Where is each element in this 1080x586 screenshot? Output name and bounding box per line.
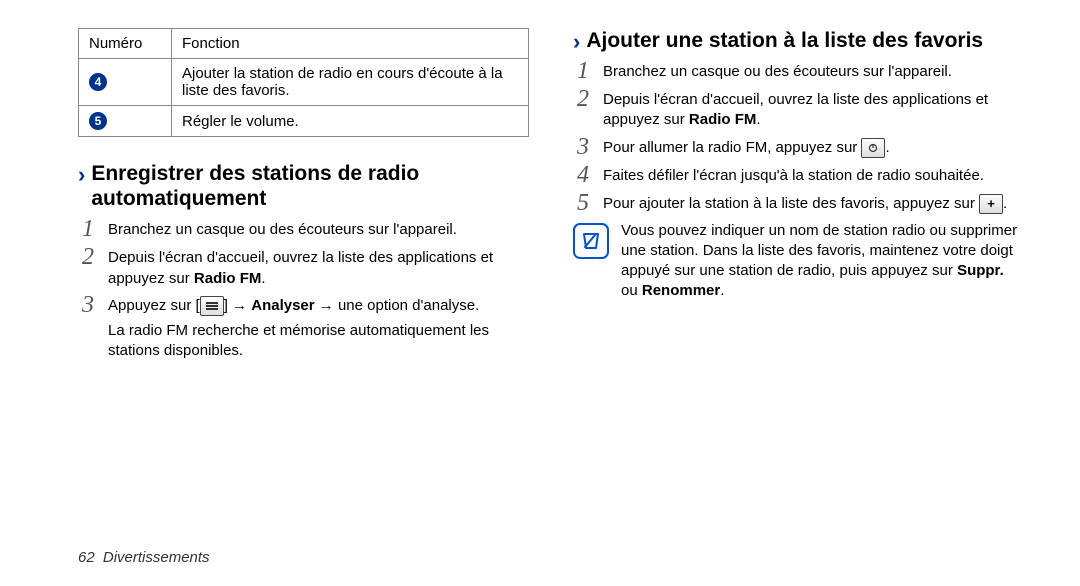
step-text: Depuis l'écran d'accueil, ouvrez la list…	[108, 245, 529, 289]
table-head-num: Numéro	[79, 29, 172, 59]
add-favorite-key-icon: +	[979, 194, 1003, 214]
step-number: 3	[573, 135, 593, 159]
steps-list: 1 Branchez un casque ou des écouteurs su…	[78, 217, 529, 317]
manual-page: Numéro Fonction 4 Ajouter la station de …	[0, 0, 1080, 586]
step-sub-text: La radio FM recherche et mémorise automa…	[108, 321, 529, 362]
note-icon	[573, 223, 609, 259]
step-item: 2 Depuis l'écran d'accueil, ouvrez la li…	[78, 245, 529, 289]
right-column: › Ajouter une station à la liste des fav…	[573, 28, 1024, 361]
power-key-icon	[861, 138, 885, 158]
table-head-fn: Fonction	[172, 29, 529, 59]
step-number: 2	[78, 245, 98, 269]
left-column: Numéro Fonction 4 Ajouter la station de …	[78, 28, 529, 361]
step-text: Faites défiler l'écran jusqu'à la statio…	[603, 163, 984, 186]
step-text: Branchez un casque ou des écouteurs sur …	[603, 59, 952, 82]
step-item: 5 Pour ajouter la station à la liste des…	[573, 191, 1024, 215]
menu-key-icon	[200, 296, 224, 316]
step-item: 3 Pour allumer la radio FM, appuyez sur …	[573, 135, 1024, 159]
step-item: 4 Faites défiler l'écran jusqu'à la stat…	[573, 163, 1024, 187]
step-text: Appuyez sur [] → Analyser → une option d…	[108, 293, 479, 316]
page-footer: 62 Divertissements	[78, 549, 210, 566]
row-fn-cell: Régler le volume.	[172, 106, 529, 137]
note-block: Vous pouvez indiquer un nom de station r…	[573, 221, 1024, 302]
step-item: 1 Branchez un casque ou des écouteurs su…	[573, 59, 1024, 83]
row-num-cell: 4	[79, 59, 172, 106]
table-header-row: Numéro Fonction	[79, 29, 529, 59]
row-num-cell: 5	[79, 106, 172, 137]
table-row: 5 Régler le volume.	[79, 106, 529, 137]
step-number: 3	[78, 293, 98, 317]
step-item: 3 Appuyez sur [] → Analyser → une option…	[78, 293, 529, 317]
step-number: 5	[573, 191, 593, 215]
row-fn-cell: Ajouter la station de radio en cours d'é…	[172, 59, 529, 106]
chevron-right-icon: ›	[573, 31, 580, 53]
step-number: 1	[78, 217, 98, 241]
function-table: Numéro Fonction 4 Ajouter la station de …	[78, 28, 529, 137]
circled-number-icon: 4	[89, 73, 107, 91]
step-text: Depuis l'écran d'accueil, ouvrez la list…	[603, 87, 1024, 131]
section-title: Ajouter une station à la liste des favor…	[586, 28, 983, 53]
section-heading: › Ajouter une station à la liste des fav…	[573, 28, 1024, 53]
step-text: Pour allumer la radio FM, appuyez sur .	[603, 135, 890, 158]
table-row: 4 Ajouter la station de radio en cours d…	[79, 59, 529, 106]
chevron-right-icon: ›	[78, 164, 85, 186]
section-name: Divertissements	[103, 549, 210, 566]
step-number: 1	[573, 59, 593, 83]
step-item: 1 Branchez un casque ou des écouteurs su…	[78, 217, 529, 241]
step-text: Pour ajouter la station à la liste des f…	[603, 191, 1007, 214]
section-heading: › Enregistrer des stations de radio auto…	[78, 161, 529, 211]
step-item: 2 Depuis l'écran d'accueil, ouvrez la li…	[573, 87, 1024, 131]
steps-list: 1 Branchez un casque ou des écouteurs su…	[573, 59, 1024, 215]
step-number: 4	[573, 163, 593, 187]
circled-number-icon: 5	[89, 112, 107, 130]
note-text: Vous pouvez indiquer un nom de station r…	[621, 221, 1024, 302]
step-text: Branchez un casque ou des écouteurs sur …	[108, 217, 457, 240]
two-column-layout: Numéro Fonction 4 Ajouter la station de …	[78, 28, 1024, 361]
step-number: 2	[573, 87, 593, 111]
page-number: 62	[78, 549, 95, 566]
section-title: Enregistrer des stations de radio automa…	[91, 161, 529, 211]
